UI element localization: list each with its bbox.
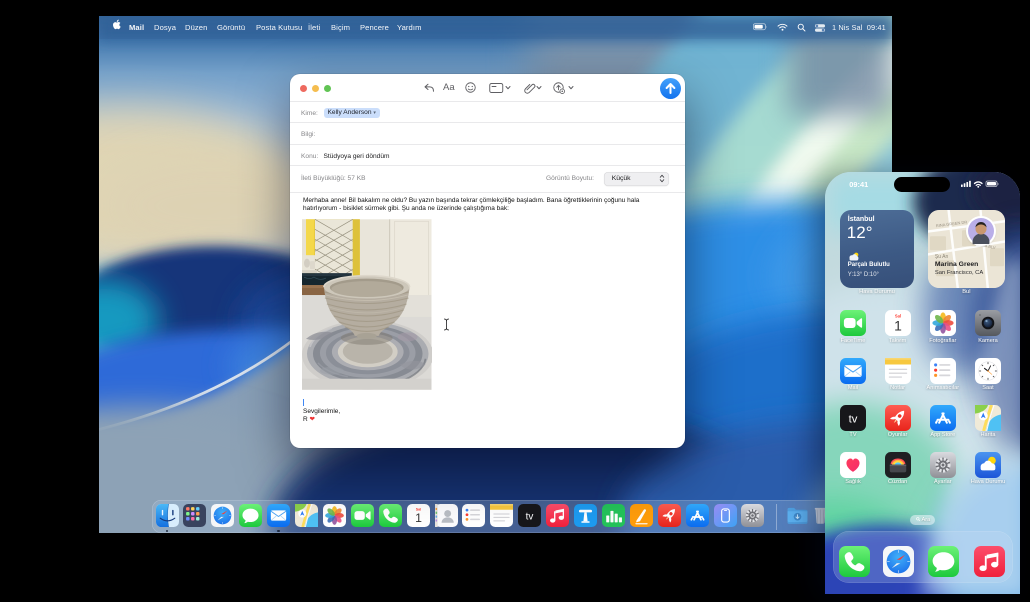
svg-text:tv: tv bbox=[526, 511, 534, 522]
svg-text:1: 1 bbox=[894, 317, 902, 333]
svg-text:tv: tv bbox=[849, 413, 858, 425]
svg-text:1: 1 bbox=[415, 511, 422, 525]
